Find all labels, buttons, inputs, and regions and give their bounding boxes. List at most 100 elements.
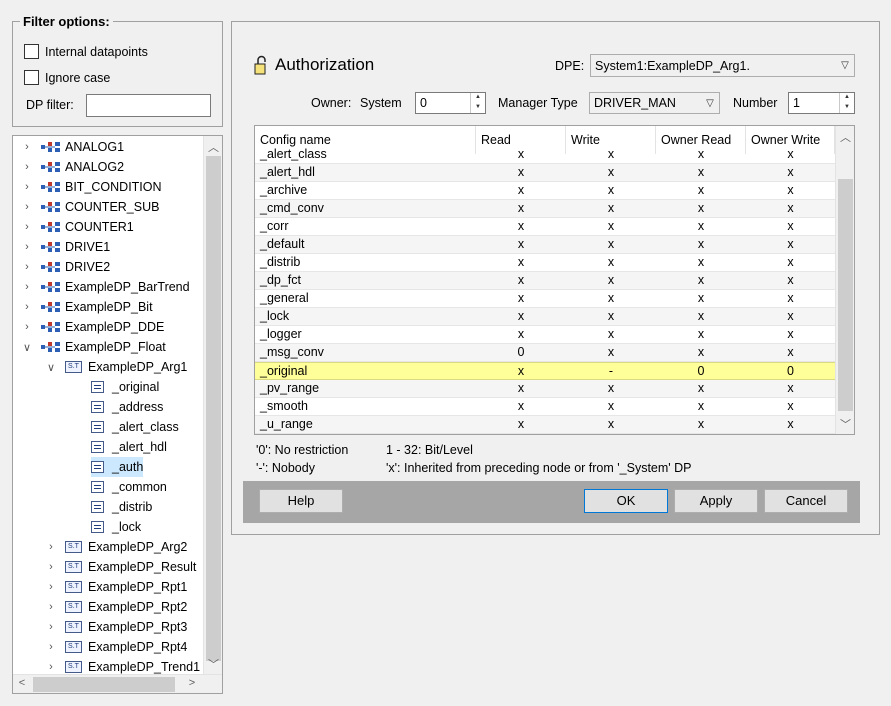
table-row[interactable]: _default x x x x bbox=[255, 236, 835, 254]
tree-item[interactable]: _auth bbox=[91, 457, 144, 477]
cell-write[interactable]: x bbox=[566, 164, 656, 181]
cell-config-name[interactable]: _alert_class bbox=[260, 146, 327, 163]
cell-write[interactable]: x bbox=[566, 218, 656, 235]
cell-read[interactable]: x bbox=[476, 182, 566, 199]
cell-config-name[interactable]: _general bbox=[260, 290, 309, 307]
tree-item[interactable]: › S.T ExampleDP_Rpt1 bbox=[45, 577, 187, 597]
chevron-right-icon[interactable]: › bbox=[21, 241, 33, 253]
chevron-right-icon[interactable]: › bbox=[45, 621, 57, 633]
cell-config-name[interactable]: _lock bbox=[260, 308, 289, 325]
table-row[interactable]: _u_range x x x x bbox=[255, 416, 835, 434]
tree-item[interactable]: _lock bbox=[91, 517, 141, 537]
cell-read[interactable]: x bbox=[476, 164, 566, 181]
cell-write[interactable]: x bbox=[566, 416, 656, 433]
tree-item[interactable]: › S.T ExampleDP_Arg2 bbox=[45, 537, 187, 557]
tree-item[interactable]: › ExampleDP_Bit bbox=[21, 297, 152, 317]
cell-write[interactable]: x bbox=[566, 308, 656, 325]
system-spinbox[interactable]: 0 ▲ ▼ bbox=[415, 92, 486, 114]
cell-owner-write[interactable]: x bbox=[746, 164, 835, 181]
cell-owner-read[interactable]: x bbox=[656, 146, 746, 163]
cell-owner-read[interactable]: x bbox=[656, 326, 746, 343]
table-row[interactable]: _distrib x x x x bbox=[255, 254, 835, 272]
cell-owner-write[interactable]: x bbox=[746, 218, 835, 235]
cell-owner-read[interactable]: x bbox=[656, 182, 746, 199]
cell-read[interactable]: x bbox=[476, 308, 566, 325]
scroll-down-arrow-icon[interactable]: ﹀ bbox=[836, 416, 854, 432]
cell-write[interactable]: x bbox=[566, 272, 656, 289]
cell-config-name[interactable]: _cmd_conv bbox=[260, 200, 324, 217]
chevron-right-icon[interactable]: › bbox=[45, 561, 57, 573]
cell-owner-write[interactable]: x bbox=[746, 416, 835, 433]
tree-item[interactable]: _original bbox=[91, 377, 159, 397]
table-vertical-scrollbar[interactable]: ︿ ﹀ bbox=[835, 126, 854, 434]
cell-config-name[interactable]: _original bbox=[260, 363, 307, 380]
number-spinbox[interactable]: 1 ▲ ▼ bbox=[788, 92, 855, 114]
cell-read[interactable]: x bbox=[476, 146, 566, 163]
table-row[interactable]: _archive x x x x bbox=[255, 182, 835, 200]
chevron-right-icon[interactable]: › bbox=[21, 261, 33, 273]
dpe-select[interactable]: System1:ExampleDP_Arg1. ▽ bbox=[590, 54, 855, 77]
ok-button[interactable]: OK bbox=[584, 489, 668, 513]
cell-read[interactable]: x bbox=[476, 416, 566, 433]
tree-item[interactable]: _alert_class bbox=[91, 417, 179, 437]
tree-item[interactable]: › COUNTER1 bbox=[21, 217, 134, 237]
chevron-right-icon[interactable]: › bbox=[45, 581, 57, 593]
cell-write[interactable]: x bbox=[566, 254, 656, 271]
cell-config-name[interactable]: _dp_fct bbox=[260, 272, 301, 289]
cell-owner-write[interactable]: x bbox=[746, 146, 835, 163]
cell-config-name[interactable]: _corr bbox=[260, 218, 288, 235]
cell-owner-read[interactable]: x bbox=[656, 380, 746, 397]
cell-owner-read[interactable]: x bbox=[656, 344, 746, 361]
cell-config-name[interactable]: _default bbox=[260, 236, 304, 253]
tree-item[interactable]: › DRIVE1 bbox=[21, 237, 110, 257]
cell-read[interactable]: x bbox=[476, 200, 566, 217]
chevron-right-icon[interactable]: › bbox=[21, 221, 33, 233]
tree-item[interactable]: › S.T ExampleDP_Rpt4 bbox=[45, 637, 187, 657]
cell-owner-write[interactable]: x bbox=[746, 254, 835, 271]
cell-owner-read[interactable]: x bbox=[656, 398, 746, 415]
help-button[interactable]: Help bbox=[259, 489, 343, 513]
spin-up-icon[interactable]: ▲ bbox=[840, 93, 854, 103]
tree-item[interactable]: _alert_hdl bbox=[91, 437, 167, 457]
table-row[interactable]: _general x x x x bbox=[255, 290, 835, 308]
cell-owner-write[interactable]: x bbox=[746, 290, 835, 307]
cell-write[interactable]: x bbox=[566, 182, 656, 199]
chevron-right-icon[interactable]: › bbox=[45, 601, 57, 613]
tree-item[interactable]: › ANALOG2 bbox=[21, 157, 124, 177]
table-scroll-thumb[interactable] bbox=[838, 179, 853, 411]
chevron-right-icon[interactable]: › bbox=[21, 321, 33, 333]
tree-item[interactable]: › S.T ExampleDP_Rpt3 bbox=[45, 617, 187, 637]
table-row[interactable]: _corr x x x x bbox=[255, 218, 835, 236]
cell-config-name[interactable]: _alert_hdl bbox=[260, 164, 315, 181]
cell-read[interactable]: x bbox=[476, 218, 566, 235]
cell-owner-write[interactable]: x bbox=[746, 326, 835, 343]
cell-read[interactable]: x bbox=[476, 398, 566, 415]
cell-read[interactable]: x bbox=[476, 380, 566, 397]
tree-item[interactable]: › COUNTER_SUB bbox=[21, 197, 159, 217]
scroll-up-arrow-icon[interactable]: ︿ bbox=[836, 129, 854, 145]
tree-scroll-thumb[interactable] bbox=[206, 156, 221, 661]
tree-item[interactable]: › ANALOG1 bbox=[21, 137, 124, 157]
cell-owner-read[interactable]: x bbox=[656, 308, 746, 325]
cell-write[interactable]: x bbox=[566, 398, 656, 415]
cell-owner-read[interactable]: x bbox=[656, 254, 746, 271]
chevron-right-icon[interactable]: › bbox=[21, 281, 33, 293]
cell-write[interactable]: x bbox=[566, 236, 656, 253]
cell-owner-read[interactable]: x bbox=[656, 218, 746, 235]
cell-owner-read[interactable]: x bbox=[656, 416, 746, 433]
chevron-right-icon[interactable]: › bbox=[21, 181, 33, 193]
tree-item[interactable]: _distrib bbox=[91, 497, 152, 517]
cell-read[interactable]: x bbox=[476, 254, 566, 271]
chevron-down-icon[interactable]: ∨ bbox=[21, 341, 33, 354]
ignore-case-checkbox[interactable] bbox=[24, 70, 39, 85]
cell-owner-write[interactable]: x bbox=[746, 308, 835, 325]
cell-config-name[interactable]: _u_range bbox=[260, 416, 313, 433]
chevron-right-icon[interactable]: › bbox=[21, 141, 33, 153]
tree-item[interactable]: ∨ ExampleDP_Float bbox=[21, 337, 166, 357]
tree-item[interactable]: › BIT_CONDITION bbox=[21, 177, 161, 197]
cell-config-name[interactable]: _smooth bbox=[260, 398, 308, 415]
cell-config-name[interactable]: _distrib bbox=[260, 254, 300, 271]
cell-owner-write[interactable]: x bbox=[746, 272, 835, 289]
chevron-right-icon[interactable]: › bbox=[45, 541, 57, 553]
cell-owner-write[interactable]: x bbox=[746, 182, 835, 199]
